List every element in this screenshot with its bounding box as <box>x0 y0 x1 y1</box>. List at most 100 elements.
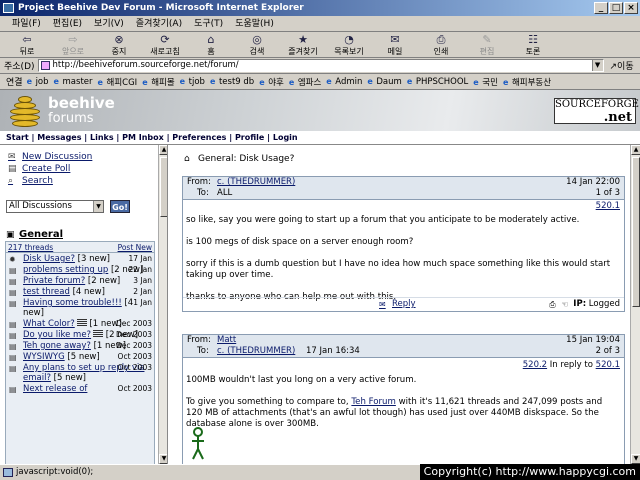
toolbar-button[interactable]: ⇦ 뒤로 <box>8 34 46 57</box>
toolbar-button[interactable]: ☷ 토론 <box>514 34 552 57</box>
nav-link[interactable]: Start <box>6 133 29 142</box>
toolbar-button[interactable]: ◎ 검색 <box>238 34 276 57</box>
thread-unread-icon: ▤ <box>9 266 17 275</box>
to-recipient-link[interactable]: c. (THEDRUMMER) <box>217 346 295 357</box>
link-item[interactable]: 해피CGI <box>98 76 138 88</box>
thread-item[interactable]: ▤ problems setting up [2 new] 22 Jan <box>6 265 154 275</box>
toolbar-button[interactable]: ✉ 메일 <box>376 34 414 57</box>
thread-title-link[interactable]: Teh gone away? <box>23 341 91 351</box>
toolbar-button[interactable]: ⎙ 인쇄 <box>422 34 460 57</box>
filter-go-button[interactable]: Go! <box>110 200 130 213</box>
link-item[interactable]: 엠파스 <box>289 76 321 88</box>
link-item[interactable]: tjob <box>180 77 205 87</box>
message-id-link[interactable]: 520.1 <box>596 201 620 211</box>
toolbar-button[interactable]: ⊗ 중지 <box>100 34 138 57</box>
link-item[interactable]: test9 db <box>210 77 254 87</box>
toolbar-button-label: 중지 <box>111 47 127 56</box>
post-new-link[interactable]: Post New <box>118 242 152 252</box>
hand-icon[interactable]: ☜ <box>561 300 571 309</box>
link-item[interactable]: Daum <box>367 77 401 87</box>
thread-title-link[interactable]: WYSIWYG <box>23 352 65 362</box>
link-item[interactable]: 해피부동산 <box>503 76 551 88</box>
menu-item[interactable]: 편집(E) <box>47 16 88 31</box>
thread-item[interactable]: ▤ Do you like me? [2 new] Dec 2003 <box>6 330 154 340</box>
thread-title-link[interactable]: Private forum? <box>23 276 85 286</box>
scroll-down-arrow-icon[interactable]: ▼ <box>159 454 167 464</box>
nav-link[interactable]: Preferences <box>172 133 226 142</box>
thread-item[interactable]: ▤ Next release of Oct 2003 <box>6 384 154 394</box>
scroll-down-arrow-icon[interactable]: ▼ <box>631 454 640 464</box>
thread-item[interactable]: ▤ What Color? [1 new] Dec 2003 <box>6 319 154 329</box>
message-id-link[interactable]: 520.2 <box>523 360 547 370</box>
category-heading[interactable]: ▣ General <box>6 229 63 240</box>
thread-title-link[interactable]: Disk Usage? <box>23 254 75 264</box>
back-arrow-icon: ⇦ <box>22 33 32 46</box>
thread-item[interactable]: ▤ Any plans to set up reply via email? [5… <box>6 363 154 383</box>
sidebar-scroll-thumb[interactable] <box>160 157 167 217</box>
thread-date: 22 Jan <box>128 265 153 274</box>
print-icon[interactable]: ⎙ <box>549 300 559 309</box>
nav-link[interactable]: Profile <box>235 133 264 142</box>
thread-item[interactable]: ▤ WYSIWYG [5 new] Oct 2003 <box>6 352 154 362</box>
thread-title-link[interactable]: Do you like me? <box>23 330 91 340</box>
link-item[interactable]: job <box>27 77 49 87</box>
minimize-button[interactable]: _ <box>594 2 608 14</box>
teh-forum-link[interactable]: Teh Forum <box>351 397 396 407</box>
nav-link[interactable]: Login <box>273 133 298 142</box>
menu-item[interactable]: 도움말(H) <box>229 16 280 31</box>
toolbar-button[interactable]: ⌂ 홈 <box>192 34 230 57</box>
thread-item[interactable]: ✹ Disk Usage? [3 new] 17 Jan <box>6 254 154 264</box>
thread-item[interactable]: ▤ test thread [4 new] 2 Jan <box>6 287 154 297</box>
link-item[interactable]: Admin <box>326 77 362 87</box>
thread-title-link[interactable]: Having some trouble!!! <box>23 298 122 308</box>
toolbar-button[interactable]: ⟳ 새로고침 <box>146 34 184 57</box>
thread-filter-select[interactable]: All Discussions ▼ <box>6 200 104 213</box>
thread-item[interactable]: ▤ Teh gone away? [1 new] Dec 2003 <box>6 341 154 351</box>
thread-title-link[interactable]: test thread <box>23 287 70 297</box>
menu-item[interactable]: 파일(F) <box>6 16 47 31</box>
close-button[interactable]: × <box>624 2 638 14</box>
sidebar-action-link[interactable]: ✉ New Discussion <box>8 151 92 163</box>
sidebar-scrollbar[interactable]: ▲ ▼ <box>158 145 167 464</box>
toolbar-button[interactable]: ★ 즐겨찾기 <box>284 34 322 57</box>
sidebar-action-link[interactable]: ▤ Create Poll <box>8 163 92 175</box>
ip-value: Logged <box>588 299 620 309</box>
address-input[interactable]: http://beehiveforum.sourceforge.net/foru… <box>37 59 604 72</box>
menu-item[interactable]: 즐겨찾기(A) <box>130 16 188 31</box>
link-item[interactable]: 해피몰 <box>142 76 174 88</box>
link-item[interactable]: 국민 <box>473 76 498 88</box>
message-scroll-thumb[interactable] <box>632 157 640 307</box>
thread-title-link[interactable]: problems setting up <box>23 265 108 275</box>
reply-button[interactable]: ✉ Reply <box>379 299 416 309</box>
link-item[interactable]: master <box>54 77 93 87</box>
thread-title-link[interactable]: What Color? <box>23 319 75 329</box>
thread-item[interactable]: ▤ Private forum? [2 new] 3 Jan <box>6 276 154 286</box>
scroll-up-arrow-icon[interactable]: ▲ <box>159 145 167 155</box>
address-dropdown-button[interactable]: ▼ <box>591 60 603 71</box>
maximize-button[interactable]: □ <box>609 2 623 14</box>
scroll-up-arrow-icon[interactable]: ▲ <box>631 145 640 155</box>
message-pane-scrollbar[interactable]: ▲ ▼ <box>630 145 640 464</box>
from-author-link[interactable]: Matt <box>217 335 236 346</box>
menu-item[interactable]: 보기(V) <box>88 16 130 31</box>
favorites-icon: ★ <box>298 33 308 46</box>
nav-link[interactable]: PM Inbox <box>122 133 164 142</box>
go-button[interactable]: ↗이동 <box>610 59 634 72</box>
link-item[interactable]: PHPSCHOOL <box>407 77 468 87</box>
thread-title-link[interactable]: Next release of <box>23 384 87 394</box>
link-item[interactable]: 야후 <box>259 76 284 88</box>
thread-item[interactable]: ▤ Having some trouble!!! [4 new] 1 Jan <box>6 298 154 318</box>
copyright-watermark: Copyright(c) http://www.happycgi.com <box>419 464 640 480</box>
threads-count-link[interactable]: 217 threads <box>8 242 53 252</box>
toolbar-button[interactable]: ◔ 목록보기 <box>330 34 368 57</box>
in-reply-to-link[interactable]: 520.1 <box>596 360 620 370</box>
forum-brand-subtitle: forums <box>48 111 94 126</box>
post-header: From: c. (THEDRUMMER) 14 Jan 22:00 To: A… <box>183 177 624 200</box>
nav-link[interactable]: Links <box>90 133 114 142</box>
from-author-link[interactable]: c. (THEDRUMMER) <box>217 177 295 188</box>
address-url: http://beehiveforum.sourceforge.net/foru… <box>52 60 239 70</box>
sidebar-action-link[interactable]: ⌕ Search <box>8 175 92 187</box>
menu-item[interactable]: 도구(T) <box>188 16 229 31</box>
nav-link[interactable]: Messages <box>37 133 81 142</box>
sourceforge-logo[interactable]: SOURCEFORGE .net <box>554 98 639 124</box>
